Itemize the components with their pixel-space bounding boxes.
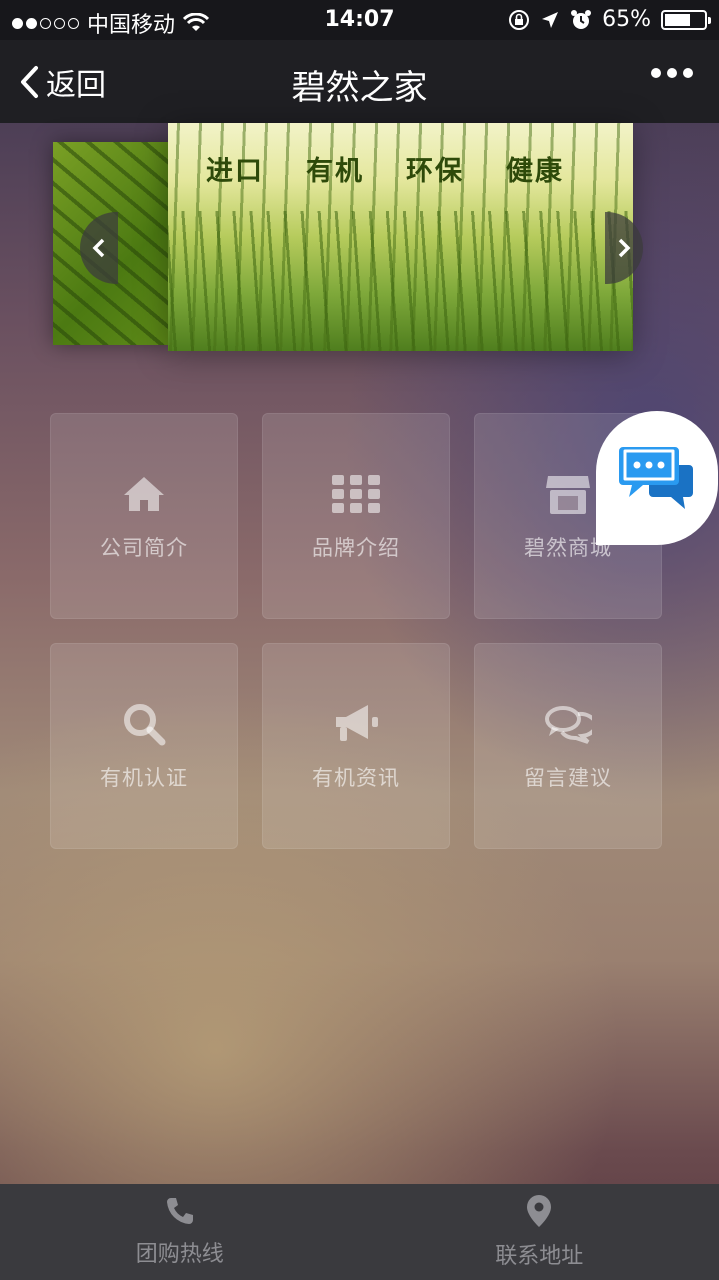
banner-slogan: 进口 有机 环保 健康 [206,149,564,188]
bottom-item-label: 团购热线 [135,1242,224,1267]
phone-icon [166,1198,193,1224]
alarm-icon [571,9,592,29]
location-arrow-icon [542,11,559,28]
banner-word: 健康 [506,156,564,187]
tile-organic-news[interactable]: 有机资讯 [262,643,450,849]
carousel-main-image[interactable]: 进口 有机 环保 健康 [168,123,633,351]
chat-button[interactable] [596,411,718,545]
banner-word: 环保 [406,156,464,187]
bottom-bar: 团购热线 联系地址 [0,1184,719,1280]
battery-icon [661,9,711,30]
banner-word: 有机 [306,156,364,187]
megaphone-icon [332,702,380,746]
tile-feedback[interactable]: 留言建议 [474,643,662,849]
grid-icon [332,472,380,516]
location-pin-icon [527,1195,552,1227]
tile-label: 有机资讯 [312,766,400,790]
tile-organic-certification[interactable]: 有机认证 [50,643,238,849]
group-buy-hotline-button[interactable]: 团购热线 [0,1184,360,1280]
tile-brand-intro[interactable]: 品牌介绍 [262,413,450,619]
bottom-item-label: 联系地址 [495,1244,584,1269]
more-options-button[interactable] [651,68,693,78]
chevron-left-icon [92,238,105,258]
comments-icon [544,702,592,746]
navigation-bar: 返回 碧然之家 [0,40,719,123]
store-icon [546,472,590,516]
tile-label: 留言建议 [524,766,612,790]
status-bar: 中国移动 14:07 65% [0,0,719,40]
chevron-right-icon [618,238,631,258]
tile-label: 品牌介绍 [312,536,400,560]
tile-label: 公司简介 [100,536,188,560]
page-title: 碧然之家 [291,68,428,108]
chat-icon [619,447,693,509]
rotation-lock-icon [509,9,530,30]
contact-address-button[interactable]: 联系地址 [360,1184,719,1280]
tile-label: 有机认证 [100,766,188,790]
carousel-next-button[interactable] [605,212,643,284]
battery-percent: 65% [602,7,651,32]
tile-company-intro[interactable]: 公司简介 [50,413,238,619]
banner-word: 进口 [206,156,264,187]
search-icon [122,702,166,746]
home-icon [122,472,166,516]
